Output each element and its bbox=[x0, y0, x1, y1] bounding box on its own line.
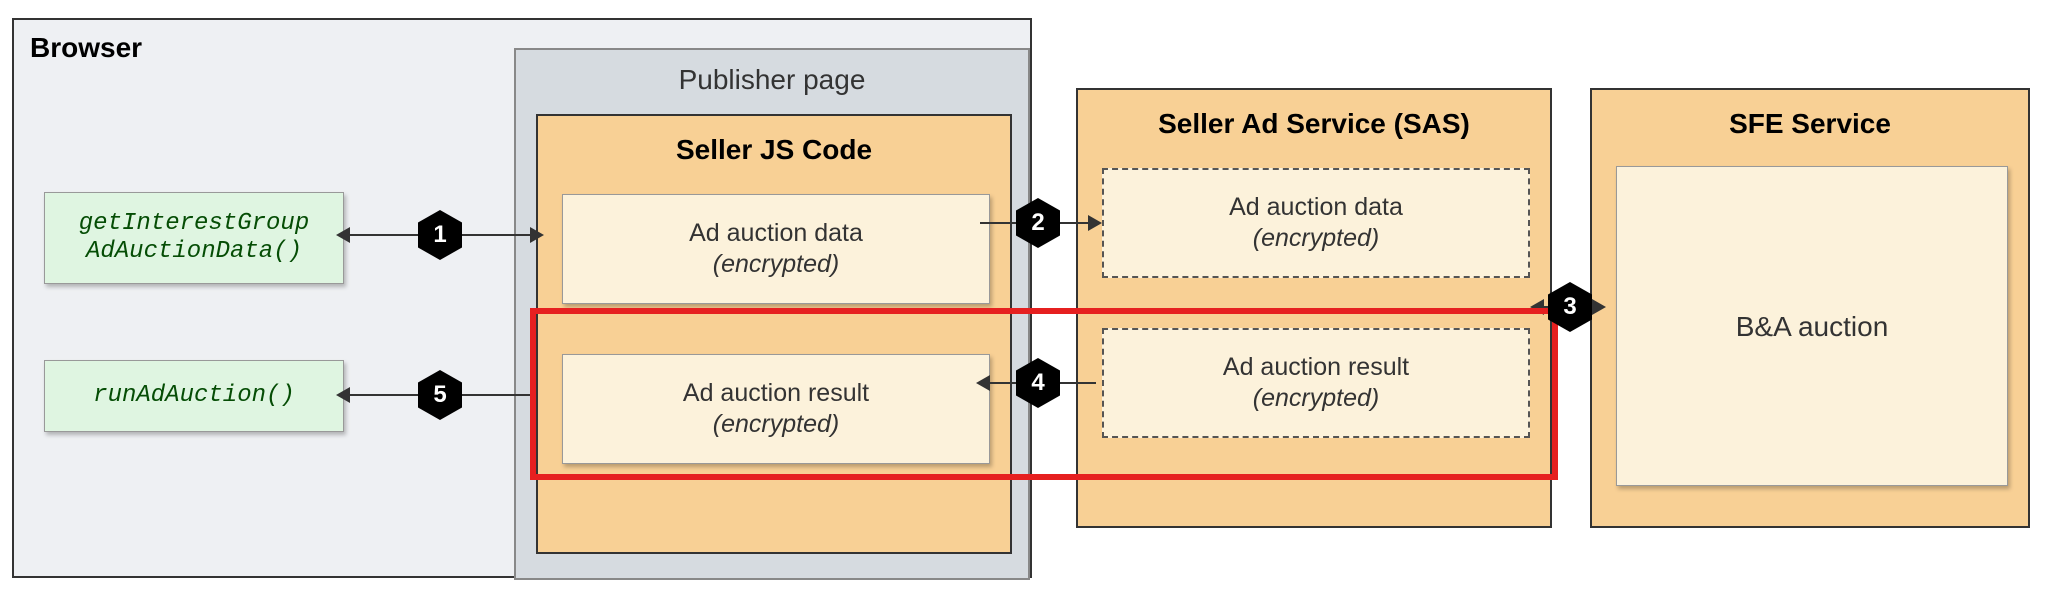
sas-box1-l2: (encrypted) bbox=[1253, 223, 1379, 254]
seller-auction-result: Ad auction result (encrypted) bbox=[562, 354, 990, 464]
sas-box2-l2: (encrypted) bbox=[1253, 383, 1379, 414]
sas-panel: Seller Ad Service (SAS) Ad auction data … bbox=[1076, 88, 1552, 528]
step-3: 3 bbox=[1548, 282, 1592, 332]
sfe-inner-text: B&A auction bbox=[1736, 309, 1889, 344]
seller-box1-l2: (encrypted) bbox=[713, 249, 839, 280]
arrow-4-left bbox=[976, 375, 990, 391]
publisher-label: Publisher page bbox=[516, 64, 1028, 96]
arrow-2-right bbox=[1088, 215, 1102, 231]
step-3-num: 3 bbox=[1563, 293, 1576, 321]
arrow-3-right bbox=[1592, 299, 1606, 315]
arrow-1-left bbox=[336, 227, 350, 243]
api-getinterestgroup: getInterestGroup AdAuctionData() bbox=[44, 192, 344, 284]
sas-auction-result: Ad auction result (encrypted) bbox=[1102, 328, 1530, 438]
seller-auction-data: Ad auction data (encrypted) bbox=[562, 194, 990, 304]
browser-label: Browser bbox=[30, 32, 142, 64]
seller-box1-l1: Ad auction data bbox=[689, 218, 863, 249]
seller-js-panel: Seller JS Code Ad auction data (encrypte… bbox=[536, 114, 1012, 554]
step-1-num: 1 bbox=[433, 221, 446, 249]
sas-box2-l1: Ad auction result bbox=[1223, 352, 1409, 383]
publisher-container: Publisher page Seller JS Code Ad auction… bbox=[514, 48, 1030, 580]
arrow-5-left bbox=[336, 387, 350, 403]
seller-box2-l1: Ad auction result bbox=[683, 378, 869, 409]
api1-line2: AdAuctionData() bbox=[86, 238, 302, 265]
api1-line1: getInterestGroup bbox=[79, 210, 309, 237]
sfe-panel: SFE Service B&A auction bbox=[1590, 88, 2030, 528]
sfe-inner: B&A auction bbox=[1616, 166, 2008, 486]
step-5-num: 5 bbox=[433, 381, 446, 409]
arrow-3-left bbox=[1530, 299, 1544, 315]
sas-box1-l1: Ad auction data bbox=[1229, 192, 1403, 223]
arrow-1-right bbox=[530, 227, 544, 243]
sas-auction-data: Ad auction data (encrypted) bbox=[1102, 168, 1530, 278]
sfe-title: SFE Service bbox=[1592, 90, 2028, 140]
seller-box2-l2: (encrypted) bbox=[713, 409, 839, 440]
api-runadauction: runAdAuction() bbox=[44, 360, 344, 432]
api2-text: runAdAuction() bbox=[93, 382, 295, 410]
browser-container: Browser getInterestGroup AdAuctionData()… bbox=[12, 18, 1032, 578]
sas-title: Seller Ad Service (SAS) bbox=[1078, 90, 1550, 140]
seller-title: Seller JS Code bbox=[538, 116, 1010, 166]
step-4-num: 4 bbox=[1031, 369, 1044, 397]
step-2-num: 2 bbox=[1031, 209, 1044, 237]
